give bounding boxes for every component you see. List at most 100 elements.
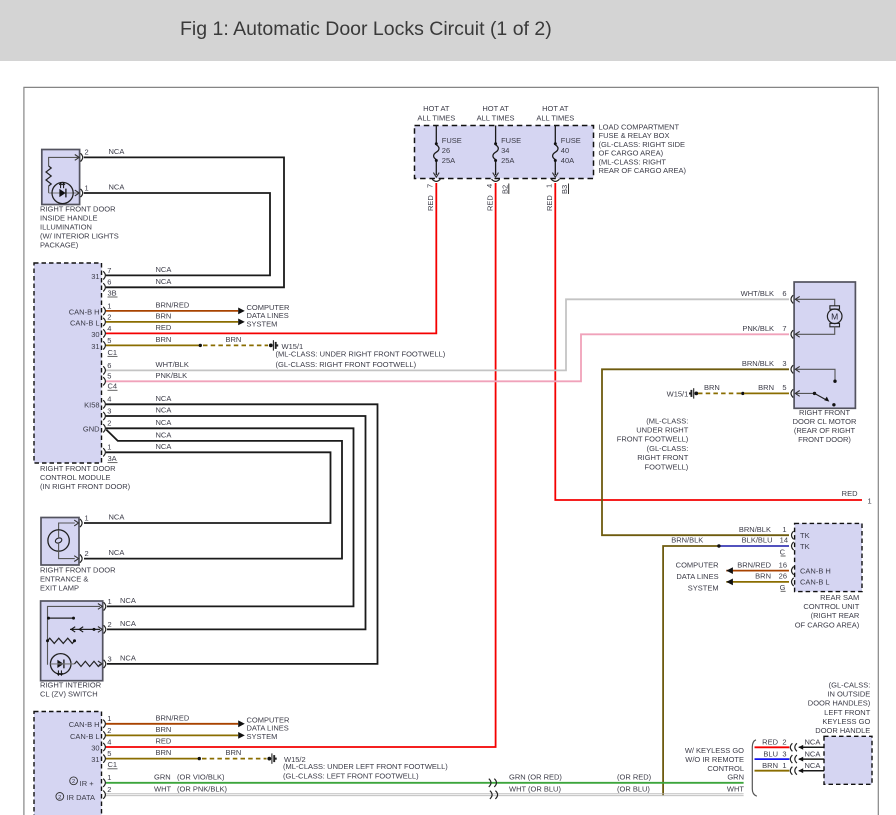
svg-text:C1: C1 xyxy=(108,760,118,769)
svg-text:INSIDE HANDLE: INSIDE HANDLE xyxy=(40,213,98,222)
svg-text:BRN: BRN xyxy=(156,725,172,734)
svg-text:(ML-CLASS:: (ML-CLASS: xyxy=(646,416,688,425)
svg-text:BRN/BLK: BRN/BLK xyxy=(739,525,771,534)
svg-text:ILLUMINATION: ILLUMINATION xyxy=(40,223,92,232)
svg-text:3: 3 xyxy=(107,406,111,415)
svg-text:5: 5 xyxy=(107,749,111,758)
svg-text:(ML-CLASS: UNDER LEFT FRONT FO: (ML-CLASS: UNDER LEFT FRONT FOOTWELL) xyxy=(283,762,448,771)
svg-text:DOOR HANDLES): DOOR HANDLES) xyxy=(808,699,871,708)
svg-text:SYSTEM: SYSTEM xyxy=(247,732,278,741)
svg-text:2: 2 xyxy=(107,312,111,321)
svg-text:6: 6 xyxy=(107,278,111,287)
svg-text:25A: 25A xyxy=(442,156,455,165)
svg-text:RIGHT FRONT: RIGHT FRONT xyxy=(799,408,851,417)
svg-text:3A: 3A xyxy=(108,454,117,463)
svg-text:2: 2 xyxy=(85,549,89,558)
svg-text:FUSE & RELAY BOX: FUSE & RELAY BOX xyxy=(599,131,670,140)
svg-text:BRN: BRN xyxy=(762,761,778,770)
svg-text:NCA: NCA xyxy=(805,761,821,770)
svg-text:BLU: BLU xyxy=(763,749,778,758)
svg-text:1: 1 xyxy=(107,773,111,782)
svg-text:2: 2 xyxy=(85,148,89,157)
svg-text:5: 5 xyxy=(107,336,111,345)
svg-text:BRN/RED: BRN/RED xyxy=(156,301,190,310)
svg-text:CAN-B H: CAN-B H xyxy=(69,307,100,316)
svg-text:BRN: BRN xyxy=(156,312,172,321)
svg-text:ALL TIMES: ALL TIMES xyxy=(536,114,574,123)
svg-text:OF CARGO AREA): OF CARGO AREA) xyxy=(599,149,664,158)
svg-text:DOOR HANDLE: DOOR HANDLE xyxy=(815,726,870,735)
svg-text:1: 1 xyxy=(545,184,554,188)
svg-text:HOT AT: HOT AT xyxy=(423,104,450,113)
svg-text:2: 2 xyxy=(107,419,111,428)
svg-text:NCA: NCA xyxy=(805,749,821,758)
svg-text:B2: B2 xyxy=(500,185,509,194)
svg-text:C4: C4 xyxy=(108,382,118,391)
svg-text:KI58: KI58 xyxy=(84,401,99,410)
svg-text:NCA: NCA xyxy=(156,265,172,274)
svg-text:31: 31 xyxy=(91,755,99,764)
svg-text:W/O IR REMOTE: W/O IR REMOTE xyxy=(685,755,744,764)
svg-text:BRN: BRN xyxy=(156,748,172,757)
svg-text:(GL-CLASS:: (GL-CLASS: xyxy=(647,444,689,453)
svg-text:DATA LINES: DATA LINES xyxy=(676,572,718,581)
svg-text:M: M xyxy=(831,311,838,321)
svg-text:5: 5 xyxy=(107,372,111,381)
svg-text:(ML-CLASS: UNDER RIGHT FRONT F: (ML-CLASS: UNDER RIGHT FRONT FOOTWELL) xyxy=(276,350,446,359)
svg-text:(REAR OF RIGHT: (REAR OF RIGHT xyxy=(794,426,856,435)
svg-text:(OR PNK/BLK): (OR PNK/BLK) xyxy=(177,784,228,793)
svg-text:IR +: IR + xyxy=(80,779,95,788)
svg-text:DOOR CL MOTOR: DOOR CL MOTOR xyxy=(793,417,857,426)
svg-text:BRN: BRN xyxy=(704,383,720,392)
svg-text:3: 3 xyxy=(782,359,786,368)
svg-text:PACKAGE): PACKAGE) xyxy=(40,241,79,250)
svg-text:CONTROL UNIT: CONTROL UNIT xyxy=(803,602,859,611)
svg-text:2: 2 xyxy=(107,785,111,794)
svg-text:RED: RED xyxy=(762,738,778,747)
svg-text:7: 7 xyxy=(107,266,111,275)
svg-text:(OR RED): (OR RED) xyxy=(617,772,652,781)
svg-text:30: 30 xyxy=(91,330,99,339)
svg-text:WHT (OR BLU): WHT (OR BLU) xyxy=(509,784,561,793)
svg-text:ALL TIMES: ALL TIMES xyxy=(477,114,515,123)
svg-text:WHT/BLK: WHT/BLK xyxy=(741,289,774,298)
svg-text:40A: 40A xyxy=(561,156,574,165)
svg-text:WHT: WHT xyxy=(154,784,171,793)
svg-text:BRN/RED: BRN/RED xyxy=(737,560,771,569)
svg-text:LEFT FRONT: LEFT FRONT xyxy=(824,708,871,717)
svg-text:NCA: NCA xyxy=(120,619,136,628)
svg-text:C: C xyxy=(780,548,786,557)
svg-text:LOAD COMPARTMENT: LOAD COMPARTMENT xyxy=(599,123,680,132)
svg-text:RIGHT FRONT: RIGHT FRONT xyxy=(637,453,689,462)
svg-text:TK: TK xyxy=(800,531,810,540)
svg-text:2: 2 xyxy=(58,795,61,801)
svg-text:NCA: NCA xyxy=(120,596,136,605)
svg-text:ALL TIMES: ALL TIMES xyxy=(417,114,455,123)
svg-text:31: 31 xyxy=(91,342,99,351)
svg-text:BRN/BLK: BRN/BLK xyxy=(671,536,703,545)
svg-text:1: 1 xyxy=(85,513,89,522)
svg-text:26: 26 xyxy=(442,146,450,155)
svg-text:40: 40 xyxy=(561,146,569,155)
svg-text:C1: C1 xyxy=(108,348,118,357)
svg-text:BRN/RED: BRN/RED xyxy=(156,713,190,722)
svg-text:W/ KEYLESS GO: W/ KEYLESS GO xyxy=(685,746,744,755)
svg-text:CONTROL MODULE: CONTROL MODULE xyxy=(40,473,111,482)
svg-text:RED: RED xyxy=(156,737,172,746)
svg-text:NCA: NCA xyxy=(109,147,125,156)
svg-text:(OR BLU): (OR BLU) xyxy=(617,784,650,793)
svg-text:BRN/BLK: BRN/BLK xyxy=(742,359,774,368)
svg-text:CAN-B H: CAN-B H xyxy=(800,566,831,575)
svg-text:GND: GND xyxy=(83,425,100,434)
svg-text:EXIT LAMP: EXIT LAMP xyxy=(40,583,79,592)
svg-text:BRN: BRN xyxy=(755,572,771,581)
svg-text:4: 4 xyxy=(485,184,494,188)
svg-text:RED: RED xyxy=(545,195,554,211)
svg-text:1: 1 xyxy=(868,497,872,506)
svg-text:(GL-CLASS: RIGHT SIDE: (GL-CLASS: RIGHT SIDE xyxy=(599,140,686,149)
svg-text:CAN-B L: CAN-B L xyxy=(70,732,100,741)
svg-text:7: 7 xyxy=(426,184,435,188)
svg-text:CAN-B L: CAN-B L xyxy=(70,318,100,327)
svg-text:6: 6 xyxy=(107,361,111,370)
svg-text:TK: TK xyxy=(800,542,810,551)
